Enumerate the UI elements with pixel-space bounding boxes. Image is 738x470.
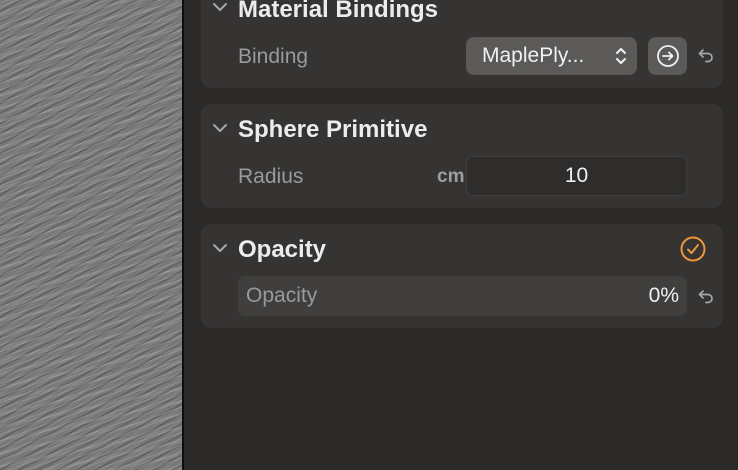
section-title: Sphere Primitive	[238, 116, 428, 143]
binding-label: Binding	[238, 45, 309, 68]
opacity-slider-field[interactable]: Opacity 0%	[238, 276, 687, 316]
binding-value: MaplePly...	[482, 44, 585, 67]
section-title: Material Bindings	[238, 0, 439, 23]
radius-label: Radius	[238, 165, 304, 188]
section-title: Opacity	[238, 236, 327, 263]
chevron-down-icon[interactable]	[211, 239, 229, 257]
chevron-down-icon[interactable]	[211, 119, 229, 137]
checkmark-circle-icon[interactable]	[680, 236, 706, 262]
sphere-primitive-section: Sphere Primitive Radius cm 10	[201, 104, 723, 208]
stepper-icon	[614, 46, 628, 66]
revert-icon[interactable]	[697, 287, 715, 305]
viewport-texture[interactable]	[0, 0, 182, 470]
binding-popup-button[interactable]: MaplePly...	[466, 37, 637, 75]
opacity-section: Opacity Opacity 0%	[201, 224, 723, 328]
inspector-panel: Material Bindings Binding MaplePly... Sp…	[184, 0, 738, 470]
material-bindings-section: Material Bindings Binding MaplePly...	[201, 0, 723, 88]
revert-icon[interactable]	[697, 46, 715, 64]
opacity-field-value: 0%	[648, 284, 679, 307]
chevron-down-icon[interactable]	[211, 0, 229, 16]
radius-unit: cm	[437, 166, 465, 187]
go-to-material-button[interactable]	[648, 37, 687, 75]
radius-input[interactable]: 10	[466, 156, 687, 196]
opacity-field-label: Opacity	[246, 284, 318, 307]
